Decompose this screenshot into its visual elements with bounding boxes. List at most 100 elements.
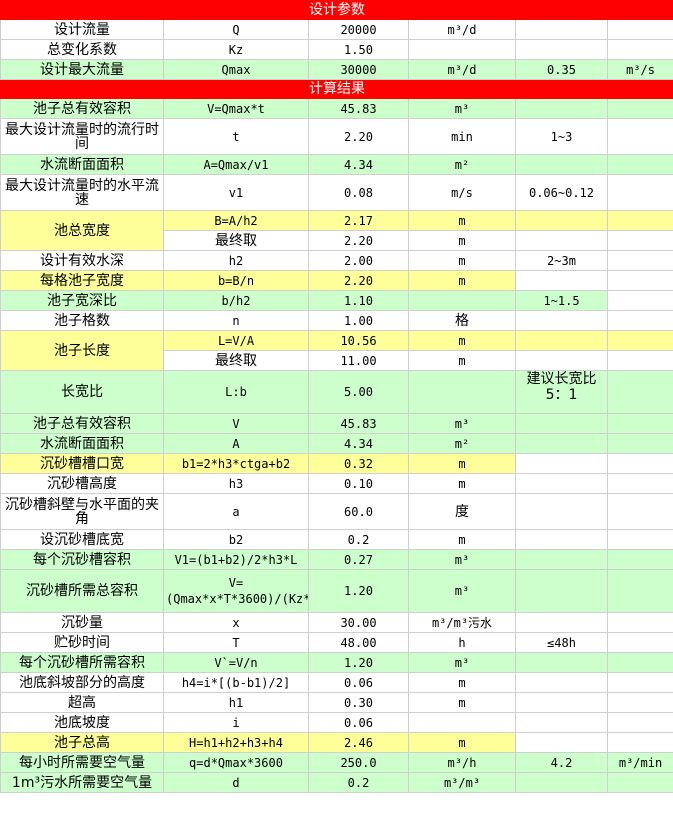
param-reference: ≤48h <box>515 632 608 653</box>
param-unit: m <box>408 453 516 474</box>
param-value: 5.00 <box>308 370 409 414</box>
param-symbol: b=B/n <box>163 270 309 291</box>
param-value: 0.2 <box>308 529 409 550</box>
param-unit: m³/m³污水 <box>408 612 516 633</box>
param-name: 最大设计流量时的流行时间 <box>0 118 164 155</box>
param-symbol: q=d*Qmax*3600 <box>163 752 309 773</box>
param-name: 总变化系数 <box>0 39 164 60</box>
param-reference: 1~1.5 <box>515 290 608 311</box>
param-symbol: n <box>163 310 309 331</box>
table-row: 水流断面面积 A=Qmax/v1 4.34 m² <box>0 154 673 175</box>
param-name: 沉砂槽高度 <box>0 473 164 494</box>
param-symbol: V=(Qmax*x*T*3600)/(Kz*10⁶) <box>163 569 309 613</box>
param-value: 45.83 <box>308 98 409 119</box>
param-unit: m³/h <box>408 752 516 773</box>
param-symbol: Q <box>163 19 309 40</box>
param-value: 10.56 <box>308 330 409 351</box>
param-value: 1.10 <box>308 290 409 311</box>
param-unit: 格 <box>408 310 516 331</box>
param-value: 0.27 <box>308 549 409 570</box>
param-symbol: x <box>163 612 309 633</box>
param-name: 每个沉砂槽容积 <box>0 549 164 570</box>
param-reference: 0.06~0.12 <box>515 174 608 211</box>
param-value: 0.30 <box>308 692 409 713</box>
table-row: 池子宽深比 b/h2 1.10 1~1.5 <box>0 290 673 311</box>
section-header-design: 设计参数 <box>0 0 673 20</box>
table-row: 最大设计流量时的流行时间 t 2.20 min 1~3 <box>0 118 673 155</box>
table-row: 池子格数 n 1.00 格 <box>0 310 673 331</box>
param-value: 2.20 <box>308 230 409 251</box>
param-name: 池子总有效容积 <box>0 98 164 119</box>
param-symbol: B=A/h2 <box>163 210 309 231</box>
table-row: 超高 h1 0.30 m <box>0 692 673 713</box>
param-unit: m³ <box>408 98 516 119</box>
table-row: 每格池子宽度 b=B/n 2.20 m <box>0 270 673 291</box>
param-unit: m <box>408 210 516 231</box>
param-name: 每个沉砂槽所需容积 <box>0 652 164 673</box>
param-unit: m <box>408 529 516 550</box>
param-value: 1.50 <box>308 39 409 60</box>
param-value: 2.20 <box>308 270 409 291</box>
param-reference: 0.35 <box>515 59 608 80</box>
param-value: 1.00 <box>308 310 409 331</box>
param-unit: m <box>408 692 516 713</box>
param-name: 设计最大流量 <box>0 59 164 80</box>
param-unit: min <box>408 118 516 155</box>
param-value: 1.20 <box>308 652 409 673</box>
table-row: 贮砂时间 T 48.00 h ≤48h <box>0 632 673 653</box>
param-value: 4.34 <box>308 433 409 454</box>
table-row: 沉砂量 x 30.00 m³/m³污水 <box>0 612 673 633</box>
param-value: 30000 <box>308 59 409 80</box>
param-reference: 2~3m <box>515 250 608 271</box>
param-unit: m <box>408 672 516 693</box>
param-value: 2.00 <box>308 250 409 271</box>
param-symbol: A <box>163 433 309 454</box>
param-symbol: h3 <box>163 473 309 494</box>
param-value: 2.20 <box>308 118 409 155</box>
param-symbol: T <box>163 632 309 653</box>
param-symbol: A=Qmax/v1 <box>163 154 309 175</box>
param-value: 1.20 <box>308 569 409 613</box>
param-name: 水流断面面积 <box>0 154 164 175</box>
param-value: 0.2 <box>308 772 409 793</box>
table-row: 设沉砂槽底宽 b2 0.2 m <box>0 529 673 550</box>
param-unit: m <box>408 350 516 371</box>
table-row: 每个沉砂槽容积 V1=(b1+b2)/2*h3*L 0.27 m³ <box>0 549 673 570</box>
param-symbol: 最终取 <box>163 350 309 371</box>
param-name: 最大设计流量时的水平流速 <box>0 174 164 211</box>
param-unit: m² <box>408 433 516 454</box>
param-name: 超高 <box>0 692 164 713</box>
param-value: 0.32 <box>308 453 409 474</box>
param-symbol: i <box>163 712 309 733</box>
param-symbol: b/h2 <box>163 290 309 311</box>
table-row: 沉砂槽槽口宽 b1=2*h3*ctga+b2 0.32 m <box>0 453 673 474</box>
param-unit: m <box>408 250 516 271</box>
param-value: 60.0 <box>308 493 409 530</box>
table-row: 沉砂槽高度 h3 0.10 m <box>0 473 673 494</box>
param-value: 2.17 <box>308 210 409 231</box>
param-name: 设计流量 <box>0 19 164 40</box>
param-name: 1m³污水所需要空气量 <box>0 772 164 793</box>
table-row: 总变化系数 Kz 1.50 <box>0 39 673 60</box>
param-name: 池子宽深比 <box>0 290 164 311</box>
param-value: 0.06 <box>308 712 409 733</box>
table-row: 长宽比 L:b 5.00 建议长宽比 5：1 <box>0 370 673 414</box>
param-value: 48.00 <box>308 632 409 653</box>
param-name: 长宽比 <box>0 370 164 414</box>
param-unit: m <box>408 732 516 753</box>
param-unit: m² <box>408 154 516 175</box>
table-row: 水流断面面积 A 4.34 m² <box>0 433 673 454</box>
param-symbol: L:b <box>163 370 309 414</box>
section-title: 计算结果 <box>0 79 673 99</box>
table-row: 设计流量 Q 20000 m³/d <box>0 19 673 40</box>
param-symbol: h2 <box>163 250 309 271</box>
param-name: 池子总高 <box>0 732 164 753</box>
table-row: 1m³污水所需要空气量 d 0.2 m³/m³ <box>0 772 673 793</box>
table-row: 池底坡度 i 0.06 <box>0 712 673 733</box>
param-reference: 建议长宽比 5：1 <box>515 370 608 414</box>
param-symbol: b2 <box>163 529 309 550</box>
param-symbol: d <box>163 772 309 793</box>
section-header-results: 计算结果 <box>0 79 673 99</box>
param-symbol: h1 <box>163 692 309 713</box>
param-symbol: H=h1+h2+h3+h4 <box>163 732 309 753</box>
